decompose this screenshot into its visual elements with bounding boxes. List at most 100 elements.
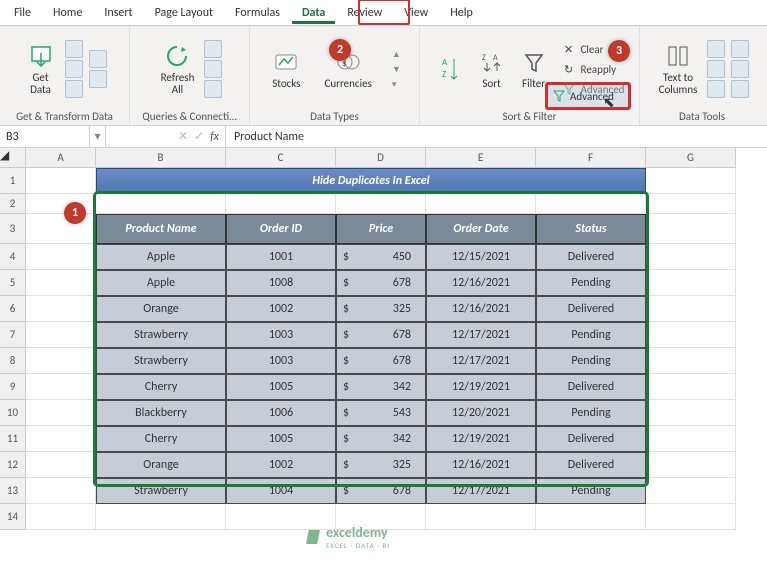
- row-header[interactable]: 10: [0, 400, 26, 426]
- cell[interactable]: [426, 504, 536, 530]
- cell[interactable]: [26, 452, 96, 478]
- existing-connections-icon[interactable]: [89, 70, 107, 88]
- col-header[interactable]: A: [26, 148, 96, 168]
- from-table-icon[interactable]: [65, 80, 83, 98]
- row-header[interactable]: 6: [0, 296, 26, 322]
- cell[interactable]: [26, 478, 96, 504]
- cell[interactable]: [26, 168, 96, 194]
- get-transform-small-buttons-2: [89, 50, 107, 88]
- cell[interactable]: [646, 322, 736, 348]
- cell[interactable]: [646, 348, 736, 374]
- menu-insert[interactable]: Insert: [94, 2, 142, 24]
- col-header[interactable]: E: [426, 148, 536, 168]
- select-all-corner[interactable]: ◢: [0, 148, 26, 168]
- cell[interactable]: [646, 244, 736, 270]
- from-web-icon[interactable]: [65, 60, 83, 78]
- menu-file[interactable]: File: [4, 2, 41, 24]
- menu-page-layout[interactable]: Page Layout: [145, 2, 223, 24]
- cell[interactable]: [26, 426, 96, 452]
- menu-home[interactable]: Home: [43, 2, 92, 24]
- cell[interactable]: [646, 194, 736, 214]
- namebox-row: B3 ▾ ✕ ✓ fx Product Name: [0, 126, 767, 148]
- cell[interactable]: [26, 504, 96, 530]
- data-types-scroll[interactable]: ▲ ▼ ▾: [392, 49, 401, 90]
- cell[interactable]: [646, 478, 736, 504]
- cell[interactable]: [646, 296, 736, 322]
- cell[interactable]: [646, 452, 736, 478]
- cell[interactable]: [26, 296, 96, 322]
- col-header[interactable]: D: [336, 148, 426, 168]
- cell[interactable]: [646, 400, 736, 426]
- cell[interactable]: [646, 168, 736, 194]
- sort-button[interactable]: ZA Sort: [474, 46, 510, 92]
- formula-bar-buttons: ✕ ✓ fx: [106, 126, 226, 147]
- row-header[interactable]: 11: [0, 426, 26, 452]
- cell[interactable]: [96, 504, 226, 530]
- cell[interactable]: [646, 270, 736, 296]
- flash-fill-icon[interactable]: [707, 40, 725, 58]
- stocks-button[interactable]: Stocks: [268, 46, 304, 92]
- row-header[interactable]: 4: [0, 244, 26, 270]
- advanced-button[interactable]: Advanced: [558, 80, 628, 98]
- refresh-all-button[interactable]: Refresh All: [157, 40, 199, 98]
- sort-az-button[interactable]: AZ: [432, 53, 468, 85]
- menu-view[interactable]: View: [394, 2, 438, 24]
- relationships-icon[interactable]: [731, 60, 749, 78]
- cell[interactable]: [536, 504, 646, 530]
- title-banner[interactable]: Hide Duplicates In Excel: [96, 168, 646, 194]
- cells-area: A B C D E F G Hide Duplicates In Excel: [26, 148, 736, 530]
- cell[interactable]: [26, 270, 96, 296]
- formula-bar[interactable]: Product Name: [226, 126, 767, 147]
- recent-sources-icon[interactable]: [89, 50, 107, 68]
- text-to-columns-button[interactable]: Text to Columns: [655, 40, 702, 98]
- menu-help[interactable]: Help: [440, 2, 483, 24]
- cell[interactable]: [26, 214, 96, 244]
- row-header[interactable]: 7: [0, 322, 26, 348]
- get-data-button[interactable]: Get Data: [23, 40, 59, 98]
- consolidate-icon[interactable]: [731, 40, 749, 58]
- row-header[interactable]: 3: [0, 214, 26, 244]
- properties-icon[interactable]: [204, 60, 222, 78]
- remove-duplicates-icon[interactable]: [707, 60, 725, 78]
- cell[interactable]: [646, 214, 736, 244]
- name-box-dropdown[interactable]: ▾: [90, 126, 106, 147]
- row-header[interactable]: 5: [0, 270, 26, 296]
- row-header[interactable]: 1: [0, 168, 26, 194]
- data-validation-icon[interactable]: [707, 80, 725, 98]
- col-header[interactable]: B: [96, 148, 226, 168]
- cell[interactable]: [26, 348, 96, 374]
- currencies-label: Currencies: [325, 78, 372, 90]
- cell[interactable]: [26, 400, 96, 426]
- cell[interactable]: [646, 374, 736, 400]
- get-data-label: Get Data: [30, 72, 51, 96]
- menu-formulas[interactable]: Formulas: [225, 2, 290, 24]
- cell[interactable]: [646, 426, 736, 452]
- row-header[interactable]: 14: [0, 504, 26, 530]
- col-header[interactable]: G: [646, 148, 736, 168]
- menu-review[interactable]: Review: [337, 2, 392, 24]
- enter-formula-icon[interactable]: ✓: [194, 129, 204, 144]
- cell[interactable]: [26, 374, 96, 400]
- menu-data[interactable]: Data: [292, 2, 335, 24]
- group-label-get-transform: Get & Transform Data: [16, 108, 113, 123]
- row-header[interactable]: 13: [0, 478, 26, 504]
- reapply-button[interactable]: ↻Reapply: [558, 60, 628, 78]
- row-header[interactable]: 2: [0, 194, 26, 214]
- name-box[interactable]: B3: [0, 126, 90, 147]
- cancel-formula-icon[interactable]: ✕: [178, 129, 188, 144]
- edit-links-icon[interactable]: [204, 80, 222, 98]
- sort-icon: ZA: [478, 48, 506, 76]
- from-text-icon[interactable]: [65, 40, 83, 58]
- fx-icon[interactable]: fx: [210, 130, 219, 144]
- row-header[interactable]: 8: [0, 348, 26, 374]
- cell[interactable]: [26, 244, 96, 270]
- col-header[interactable]: F: [536, 148, 646, 168]
- queries-connections-icon[interactable]: [204, 40, 222, 58]
- row-header[interactable]: 12: [0, 452, 26, 478]
- col-header[interactable]: C: [226, 148, 336, 168]
- row-header[interactable]: 9: [0, 374, 26, 400]
- manage-data-model-icon[interactable]: [731, 80, 749, 98]
- cell[interactable]: [646, 504, 736, 530]
- filter-button[interactable]: Filter: [516, 46, 552, 92]
- cell[interactable]: [26, 322, 96, 348]
